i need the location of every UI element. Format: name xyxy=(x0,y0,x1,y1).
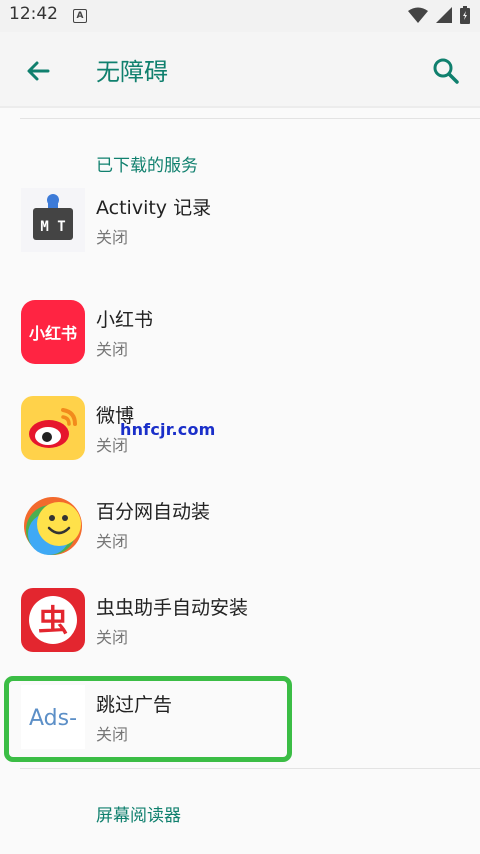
service-item-weibo[interactable]: 微博 关闭 xyxy=(0,382,480,478)
section-header-screen-reader: 屏幕阅读器 xyxy=(96,806,181,826)
service-name: Activity 记录 xyxy=(96,197,212,219)
baifen-icon xyxy=(24,497,82,555)
service-item-activity[interactable]: M T Activity 记录 关闭 xyxy=(0,174,480,270)
highlight-box xyxy=(4,676,292,762)
notification-a-icon: A xyxy=(73,9,87,23)
service-status: 关闭 xyxy=(96,340,129,359)
wifi-icon xyxy=(408,7,428,23)
service-status: 关闭 xyxy=(96,628,129,647)
service-name: 虫虫助手自动安装 xyxy=(96,597,249,619)
divider xyxy=(20,118,480,119)
activity-record-icon: M T xyxy=(21,188,85,252)
service-item-baifen[interactable]: 百分网自动装 关闭 xyxy=(0,478,480,574)
service-item-xiaohongshu[interactable]: 小红书 小红书 关闭 xyxy=(0,286,480,382)
weibo-icon xyxy=(21,396,85,460)
service-status: 关闭 xyxy=(96,532,129,551)
back-arrow-icon[interactable] xyxy=(22,55,54,87)
xiaohongshu-icon-text: 小红书 xyxy=(29,324,77,343)
watermark: hnfcjr.com xyxy=(120,420,216,439)
xiaohongshu-icon: 小红书 xyxy=(21,300,85,364)
activity-icon-text: M T xyxy=(40,219,65,235)
section-header-downloaded: 已下载的服务 xyxy=(96,156,198,176)
service-status: 关闭 xyxy=(96,228,129,247)
search-icon[interactable] xyxy=(430,55,462,87)
service-item-chongchong[interactable]: 虫 虫虫助手自动安装 关闭 xyxy=(0,574,480,670)
app-bar: 无障碍 xyxy=(0,32,480,106)
status-icons xyxy=(408,6,470,24)
service-name: 百分网自动装 xyxy=(96,501,211,523)
page-title: 无障碍 xyxy=(96,58,168,86)
chongchong-icon-text: 虫 xyxy=(38,604,68,639)
chongchong-icon: 虫 xyxy=(21,588,85,652)
signal-icon xyxy=(436,7,452,23)
divider xyxy=(20,768,480,769)
status-bar: 12:42 A xyxy=(0,0,480,32)
status-time: 12:42 xyxy=(9,4,58,24)
battery-icon xyxy=(460,6,470,24)
app-bar-shadow xyxy=(0,106,480,108)
service-name: 小红书 xyxy=(96,309,154,331)
